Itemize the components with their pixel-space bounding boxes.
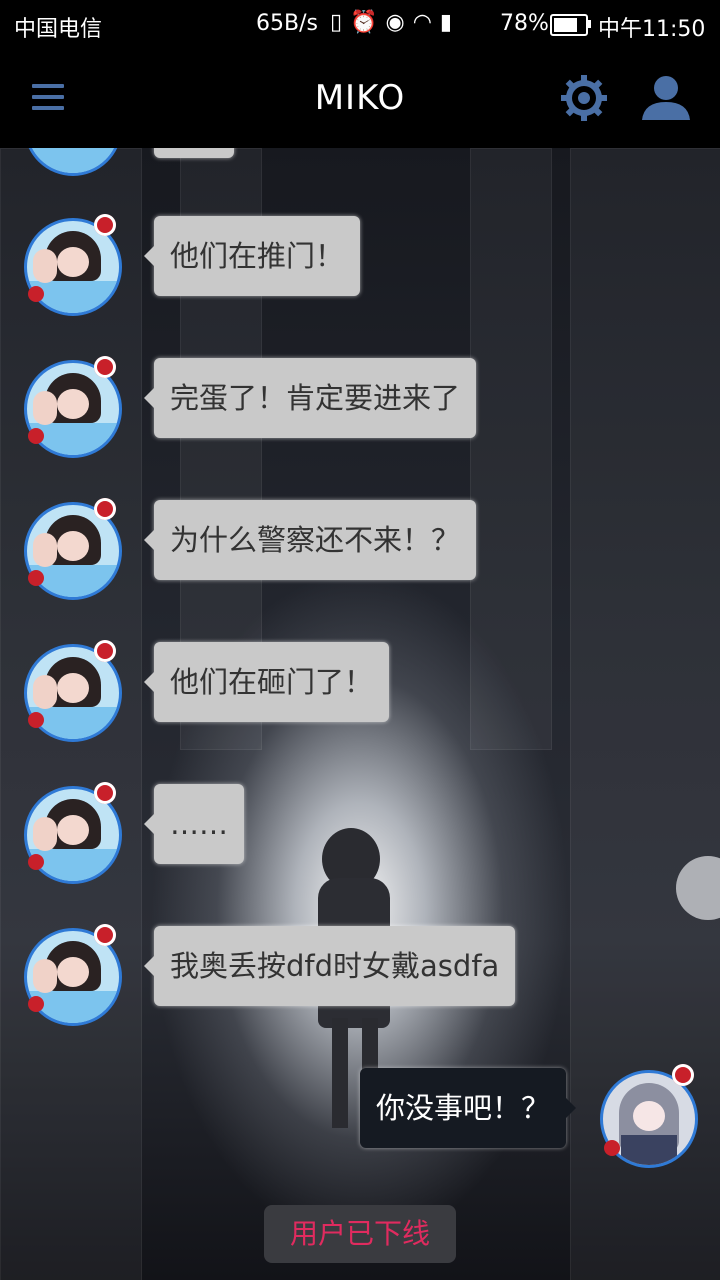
flower-decoration xyxy=(28,570,44,586)
status-bar: 中国电信 65B/s ▯ ⏰ ◉ ◠ ▮ 78% 中午11:50 xyxy=(0,0,720,48)
message-bubble[interactable]: 他们在推门！ xyxy=(143,216,361,296)
flower-decoration xyxy=(94,924,116,946)
app-header: MIKO xyxy=(0,48,720,148)
flower-decoration xyxy=(28,996,44,1012)
chat-area[interactable]: 他们在推门！ 完蛋了！肯定要进来了 为什么警察还不来！？ 他们在砸门了！ …… … xyxy=(0,148,720,1280)
message-bubble[interactable]: …… xyxy=(144,784,244,864)
flower-decoration xyxy=(94,214,116,236)
page-title: MIKO xyxy=(314,78,406,118)
carrier-label: 中国电信 xyxy=(14,17,103,42)
message-bubble[interactable]: 完蛋了！肯定要进来了 xyxy=(143,358,477,438)
status-icons: ▯ ⏰ ◉ ◠ ▮ xyxy=(330,10,452,35)
avatar[interactable] xyxy=(24,148,122,176)
signal-icon: ▮ xyxy=(439,10,453,35)
wifi-icon: ◠ xyxy=(412,10,432,35)
user-icon[interactable] xyxy=(640,74,692,122)
battery-fill xyxy=(554,18,577,32)
network-speed: 65B/s xyxy=(256,11,318,36)
message-bubble[interactable]: 为什么警察还不来！？ xyxy=(143,500,477,580)
eye-icon: ◉ xyxy=(385,10,405,35)
flower-decoration xyxy=(94,782,116,804)
flower-decoration xyxy=(604,1140,620,1156)
vibrate-icon: ▯ xyxy=(330,10,343,35)
flower-decoration xyxy=(94,498,116,520)
gear-icon[interactable] xyxy=(560,74,608,122)
message-bubble-self[interactable]: 你没事吧！？ xyxy=(359,1068,577,1148)
flower-decoration xyxy=(28,854,44,870)
alarm-icon: ⏰ xyxy=(350,10,378,35)
clock: 中午11:50 xyxy=(598,17,706,42)
battery-icon xyxy=(550,14,588,36)
flower-decoration xyxy=(28,712,44,728)
flower-decoration xyxy=(28,428,44,444)
flower-decoration xyxy=(94,356,116,378)
battery-percent: 78% xyxy=(500,11,549,36)
offline-status-badge: 用户已下线 xyxy=(264,1205,456,1263)
message-bubble[interactable]: 他们在砸门了！ xyxy=(143,642,390,722)
message-bubble[interactable]: 我奥丢按dfd时女戴asdfa xyxy=(143,926,516,1006)
message-bubble-partial[interactable] xyxy=(154,148,234,158)
flower-decoration xyxy=(28,286,44,302)
battery-tip xyxy=(588,20,591,28)
flower-decoration xyxy=(94,640,116,662)
flower-decoration xyxy=(672,1064,694,1086)
